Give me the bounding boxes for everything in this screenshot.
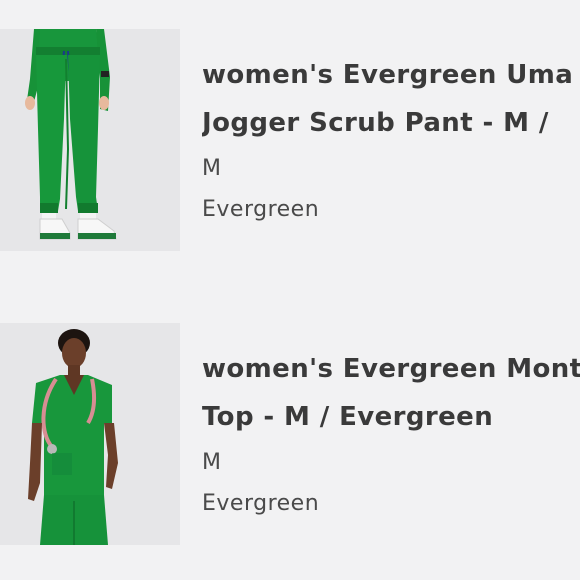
cart-item[interactable]: women's Evergreen Uma Jogger Scrub Pant … (0, 29, 580, 251)
product-info: women's Evergreen Mont Top - M / Evergre… (202, 323, 580, 545)
product-title-line1[interactable]: women's Evergreen Uma (202, 60, 573, 90)
product-color: Evergreen (202, 491, 320, 516)
product-title-line1[interactable]: women's Evergreen Mont (202, 354, 580, 384)
product-color: Evergreen (202, 197, 320, 222)
cart-item[interactable]: women's Evergreen Mont Top - M / Evergre… (0, 323, 580, 545)
product-info: women's Evergreen Uma Jogger Scrub Pant … (202, 29, 580, 251)
product-size: M (202, 450, 222, 475)
product-title-line2[interactable]: Jogger Scrub Pant - M / (202, 108, 549, 138)
product-size: M (202, 156, 222, 181)
product-image-scrub-top[interactable] (0, 323, 180, 545)
product-title-line2[interactable]: Top - M / Evergreen (202, 402, 493, 432)
product-image-jogger-pants[interactable] (0, 29, 180, 251)
